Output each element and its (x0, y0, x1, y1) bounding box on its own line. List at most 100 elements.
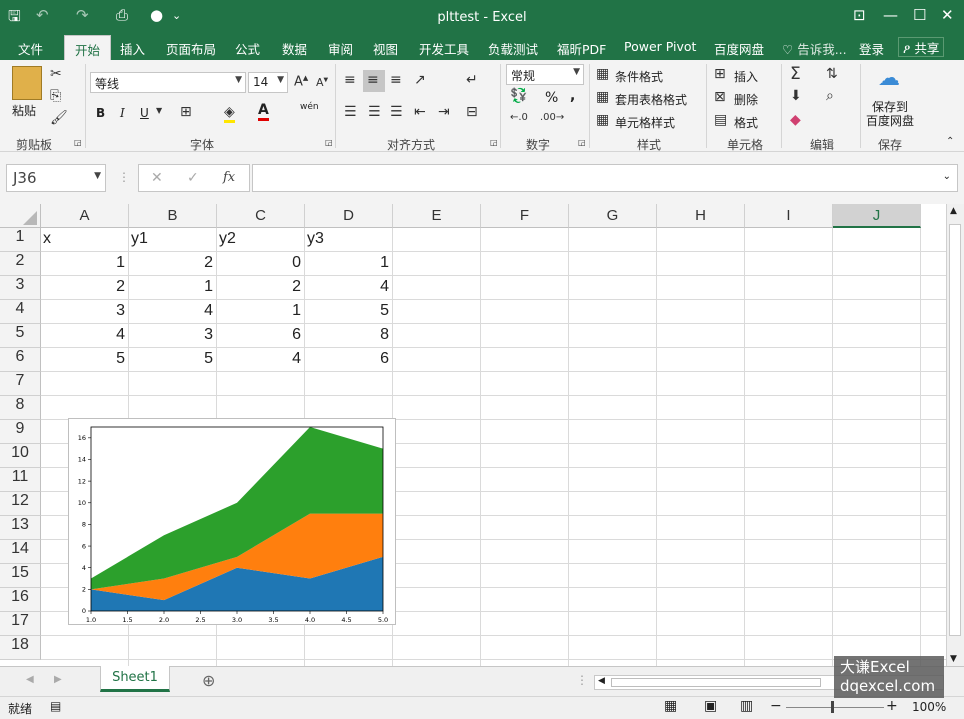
format-as-table-button[interactable]: 套用表格格式 (615, 91, 687, 108)
enter-icon[interactable]: ✓ (187, 170, 199, 186)
maximize-icon[interactable]: ☐ (913, 6, 926, 24)
cell-c3[interactable]: 2 (219, 276, 301, 300)
row-header-17[interactable]: 17 (0, 612, 41, 636)
column-header-f[interactable]: F (481, 204, 569, 228)
area-chart[interactable]: 1.0 1.5 2.0 2.5 3.0 3.5 4.0 4.5 5.0 0 2 4 6 8 10 12 14 16 (68, 418, 396, 625)
row-header-10[interactable]: 10 (0, 444, 41, 468)
cell-c1[interactable]: y2 (219, 228, 303, 252)
page-layout-view-icon[interactable]: ▣ (704, 698, 717, 714)
delete-cells-icon[interactable]: ⊠ (714, 89, 726, 105)
page-break-view-icon[interactable]: ▥ (740, 698, 753, 714)
comma-button[interactable]: , (570, 88, 575, 104)
fill-color-icon[interactable]: ◈ (224, 104, 235, 123)
column-header-c[interactable]: C (217, 204, 305, 228)
cell-a6[interactable]: 5 (43, 348, 125, 372)
copy-icon[interactable]: ⎘ (50, 88, 61, 104)
cell-b1[interactable]: y1 (131, 228, 215, 252)
insert-cells-button[interactable]: 插入 (734, 68, 758, 85)
percent-button[interactable]: % (545, 90, 558, 106)
delete-cells-button[interactable]: 删除 (734, 91, 758, 108)
number-launcher-icon[interactable]: ◲ (578, 138, 586, 147)
currency-icon[interactable]: 💱 (510, 88, 527, 104)
share-button[interactable]: ዖ 共享 (898, 37, 945, 57)
cell-d3[interactable]: 4 (307, 276, 389, 300)
tab-load-test[interactable]: 负载测试 (488, 39, 538, 58)
tab-file[interactable]: 文件 (18, 39, 43, 58)
conditional-format-icon[interactable]: ▦ (596, 66, 609, 82)
close-icon[interactable]: ✕ (941, 6, 954, 24)
increase-decimal-icon[interactable]: ←.0 (510, 112, 528, 123)
format-table-icon[interactable]: ▦ (596, 89, 609, 105)
zoom-out-icon[interactable]: − (770, 698, 782, 714)
expand-formula-icon[interactable]: ⌄ (943, 171, 951, 182)
normal-view-icon[interactable]: ▦ (664, 698, 677, 714)
sheet-tab-sheet1[interactable]: Sheet1 (100, 666, 170, 692)
row-header-3[interactable]: 3 (0, 276, 41, 300)
scroll-thumb[interactable] (949, 224, 961, 636)
vertical-scrollbar[interactable]: ▲ ▼ (946, 204, 964, 666)
zoom-in-icon[interactable]: + (886, 698, 898, 714)
column-header-j[interactable]: J (833, 204, 921, 228)
align-left-icon[interactable]: ☰ (344, 104, 357, 120)
align-right-icon[interactable]: ☰ (390, 104, 403, 120)
cut-icon[interactable]: ✂ (50, 66, 62, 82)
paste-icon[interactable] (12, 66, 42, 100)
decrease-indent-icon[interactable]: ⇤ (414, 104, 426, 120)
font-name-combo[interactable]: 等线 ▼ (90, 72, 246, 93)
column-header-e[interactable]: E (393, 204, 481, 228)
clear-icon[interactable]: ◆ (790, 112, 801, 128)
scroll-down-icon[interactable]: ▼ (950, 654, 957, 664)
macro-record-icon[interactable]: ▤ (50, 699, 61, 713)
cell-styles-icon[interactable]: ▦ (596, 112, 609, 128)
tab-view[interactable]: 视图 (373, 39, 398, 58)
tab-data[interactable]: 数据 (282, 39, 307, 58)
row-header-9[interactable]: 9 (0, 420, 41, 444)
sort-filter-icon[interactable]: ⇅ (826, 66, 838, 82)
login-button[interactable]: 登录 (859, 39, 884, 58)
decrease-decimal-icon[interactable]: .00→ (540, 112, 564, 123)
add-sheet-icon[interactable]: ⊕ (202, 671, 215, 690)
cell-a4[interactable]: 3 (43, 300, 125, 324)
cancel-icon[interactable]: ✕ (151, 170, 163, 186)
zoom-level[interactable]: 100% (912, 700, 946, 714)
decrease-font-icon[interactable]: A▼ (316, 76, 328, 89)
cell-d2[interactable]: 1 (307, 252, 389, 276)
autosum-icon[interactable]: Σ (790, 64, 801, 84)
cell-c5[interactable]: 6 (219, 324, 301, 348)
alignment-launcher-icon[interactable]: ◲ (490, 138, 498, 147)
row-header-18[interactable]: 18 (0, 636, 41, 660)
dropdown-arrow-icon[interactable]: ▼ (156, 106, 162, 115)
ribbon-display-icon[interactable]: ⊡ (853, 6, 866, 24)
cell-b5[interactable]: 3 (131, 324, 213, 348)
row-header-8[interactable]: 8 (0, 396, 41, 420)
scroll-up-icon[interactable]: ▲ (950, 206, 957, 216)
underline-button[interactable]: U (140, 106, 149, 120)
h-scroll-thumb[interactable] (611, 678, 821, 687)
select-all-corner[interactable] (0, 204, 41, 228)
column-header-a[interactable]: A (41, 204, 129, 228)
tab-review[interactable]: 审阅 (328, 39, 353, 58)
tab-foxit-pdf[interactable]: 福昕PDF (557, 39, 606, 58)
tab-page-layout[interactable]: 页面布局 (166, 39, 216, 58)
column-header-b[interactable]: B (129, 204, 217, 228)
column-header-d[interactable]: D (305, 204, 393, 228)
cell-a3[interactable]: 2 (43, 276, 125, 300)
insert-cells-icon[interactable]: ⊞ (714, 66, 726, 82)
zoom-slider[interactable] (786, 707, 884, 708)
zoom-slider-thumb[interactable] (831, 701, 834, 713)
align-bottom-icon[interactable]: ≡ (390, 72, 402, 88)
row-header-15[interactable]: 15 (0, 564, 41, 588)
orientation-icon[interactable]: ↗ (414, 72, 426, 88)
number-format-combo[interactable]: 常规 ▼ (506, 64, 584, 85)
clipboard-launcher-icon[interactable]: ◲ (74, 138, 82, 147)
column-header-h[interactable]: H (657, 204, 745, 228)
font-launcher-icon[interactable]: ◲ (325, 138, 333, 147)
cell-c2[interactable]: 0 (219, 252, 301, 276)
cell-d4[interactable]: 5 (307, 300, 389, 324)
cell-d6[interactable]: 6 (307, 348, 389, 372)
column-header-g[interactable]: G (569, 204, 657, 228)
cell-d1[interactable]: y3 (307, 228, 391, 252)
italic-button[interactable]: I (120, 106, 125, 120)
dropdown-arrow-icon[interactable]: ▼ (94, 171, 101, 181)
borders-icon[interactable]: ⊞ (180, 104, 192, 120)
